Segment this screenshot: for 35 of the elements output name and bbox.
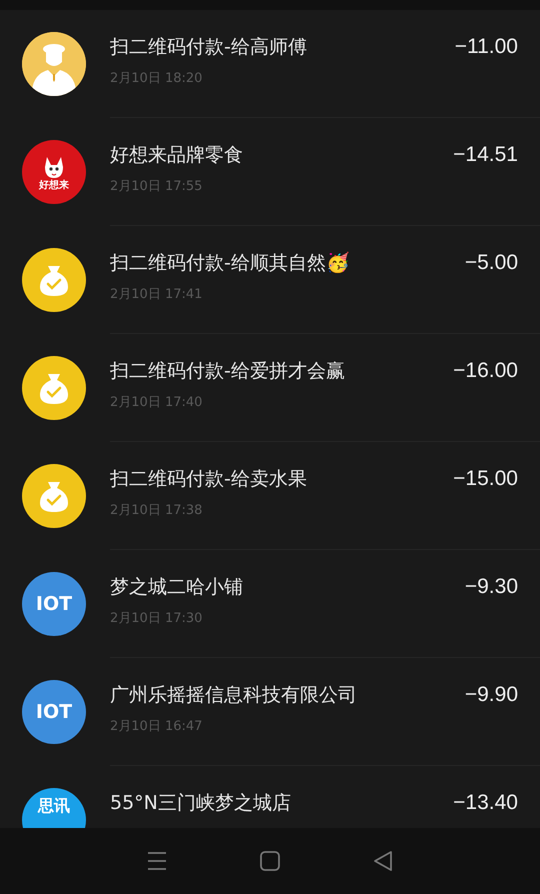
transaction-amount: −9.90 [464, 683, 518, 708]
transaction-title: 扫二维码付款-给爱拼才会赢 [110, 359, 346, 383]
transaction-time: 2月10日 17:55 [110, 179, 204, 195]
transaction-amount: −9.30 [464, 575, 518, 600]
transaction-title: 广州乐摇摇信息科技有限公司 [110, 683, 358, 707]
iot-logo: IOT [22, 680, 86, 744]
transaction-amount: −13.40 [453, 791, 518, 816]
iot-logo: IOT [22, 572, 86, 636]
transaction-amount: −5.00 [464, 251, 518, 276]
brand-logo: 思讯 [22, 788, 86, 828]
transaction-time: 2月10日 18:20 [110, 71, 204, 87]
transaction-row[interactable]: 扫二维码付款-给顺其自然🥳 2月10日 17:41 −5.00 [0, 226, 540, 334]
transaction-row[interactable]: 扫二维码付款-给爱拼才会赢 2月10日 17:40 −16.00 [0, 334, 540, 442]
transaction-time: 2月10日 17:40 [110, 395, 204, 411]
transaction-row[interactable]: 好想来 好想来品牌零食 2月10日 17:55 −14.51 [0, 118, 540, 226]
transaction-time: 2月10日 17:38 [110, 503, 204, 519]
transaction-amount: −15.00 [453, 467, 518, 492]
transaction-row[interactable]: 扫二维码付款-给高师傅 2月10日 18:20 −11.00 [0, 10, 540, 118]
transaction-title: 55°N三门峡梦之城店 [110, 791, 292, 815]
transaction-time: 2月10日 17:30 [110, 611, 204, 627]
transaction-row[interactable]: IOT 广州乐摇摇信息科技有限公司 2月10日 16:47 −9.90 [0, 658, 540, 766]
transaction-row[interactable]: 扫二维码付款-给卖水果 2月10日 17:38 −15.00 [0, 442, 540, 550]
transaction-amount: −14.51 [453, 143, 518, 168]
transaction-amount: −16.00 [453, 359, 518, 384]
transaction-title: 扫二维码付款-给顺其自然🥳 [110, 251, 351, 275]
transaction-amount: −11.00 [454, 35, 518, 60]
transaction-title: 梦之城二哈小铺 [110, 575, 244, 599]
transaction-title: 扫二维码付款-给高师傅 [110, 35, 308, 59]
transaction-row[interactable]: IOT 梦之城二哈小铺 2月10日 17:30 −9.30 [0, 550, 540, 658]
transaction-title: 好想来品牌零食 [110, 143, 244, 167]
person-avatar-icon [22, 32, 86, 96]
brand-logo: 好想来 [22, 140, 86, 204]
transaction-time: 2月10日 16:47 [110, 719, 204, 735]
transaction-time: 2月10日 17:41 [110, 287, 204, 303]
transaction-title: 扫二维码付款-给卖水果 [110, 467, 308, 491]
